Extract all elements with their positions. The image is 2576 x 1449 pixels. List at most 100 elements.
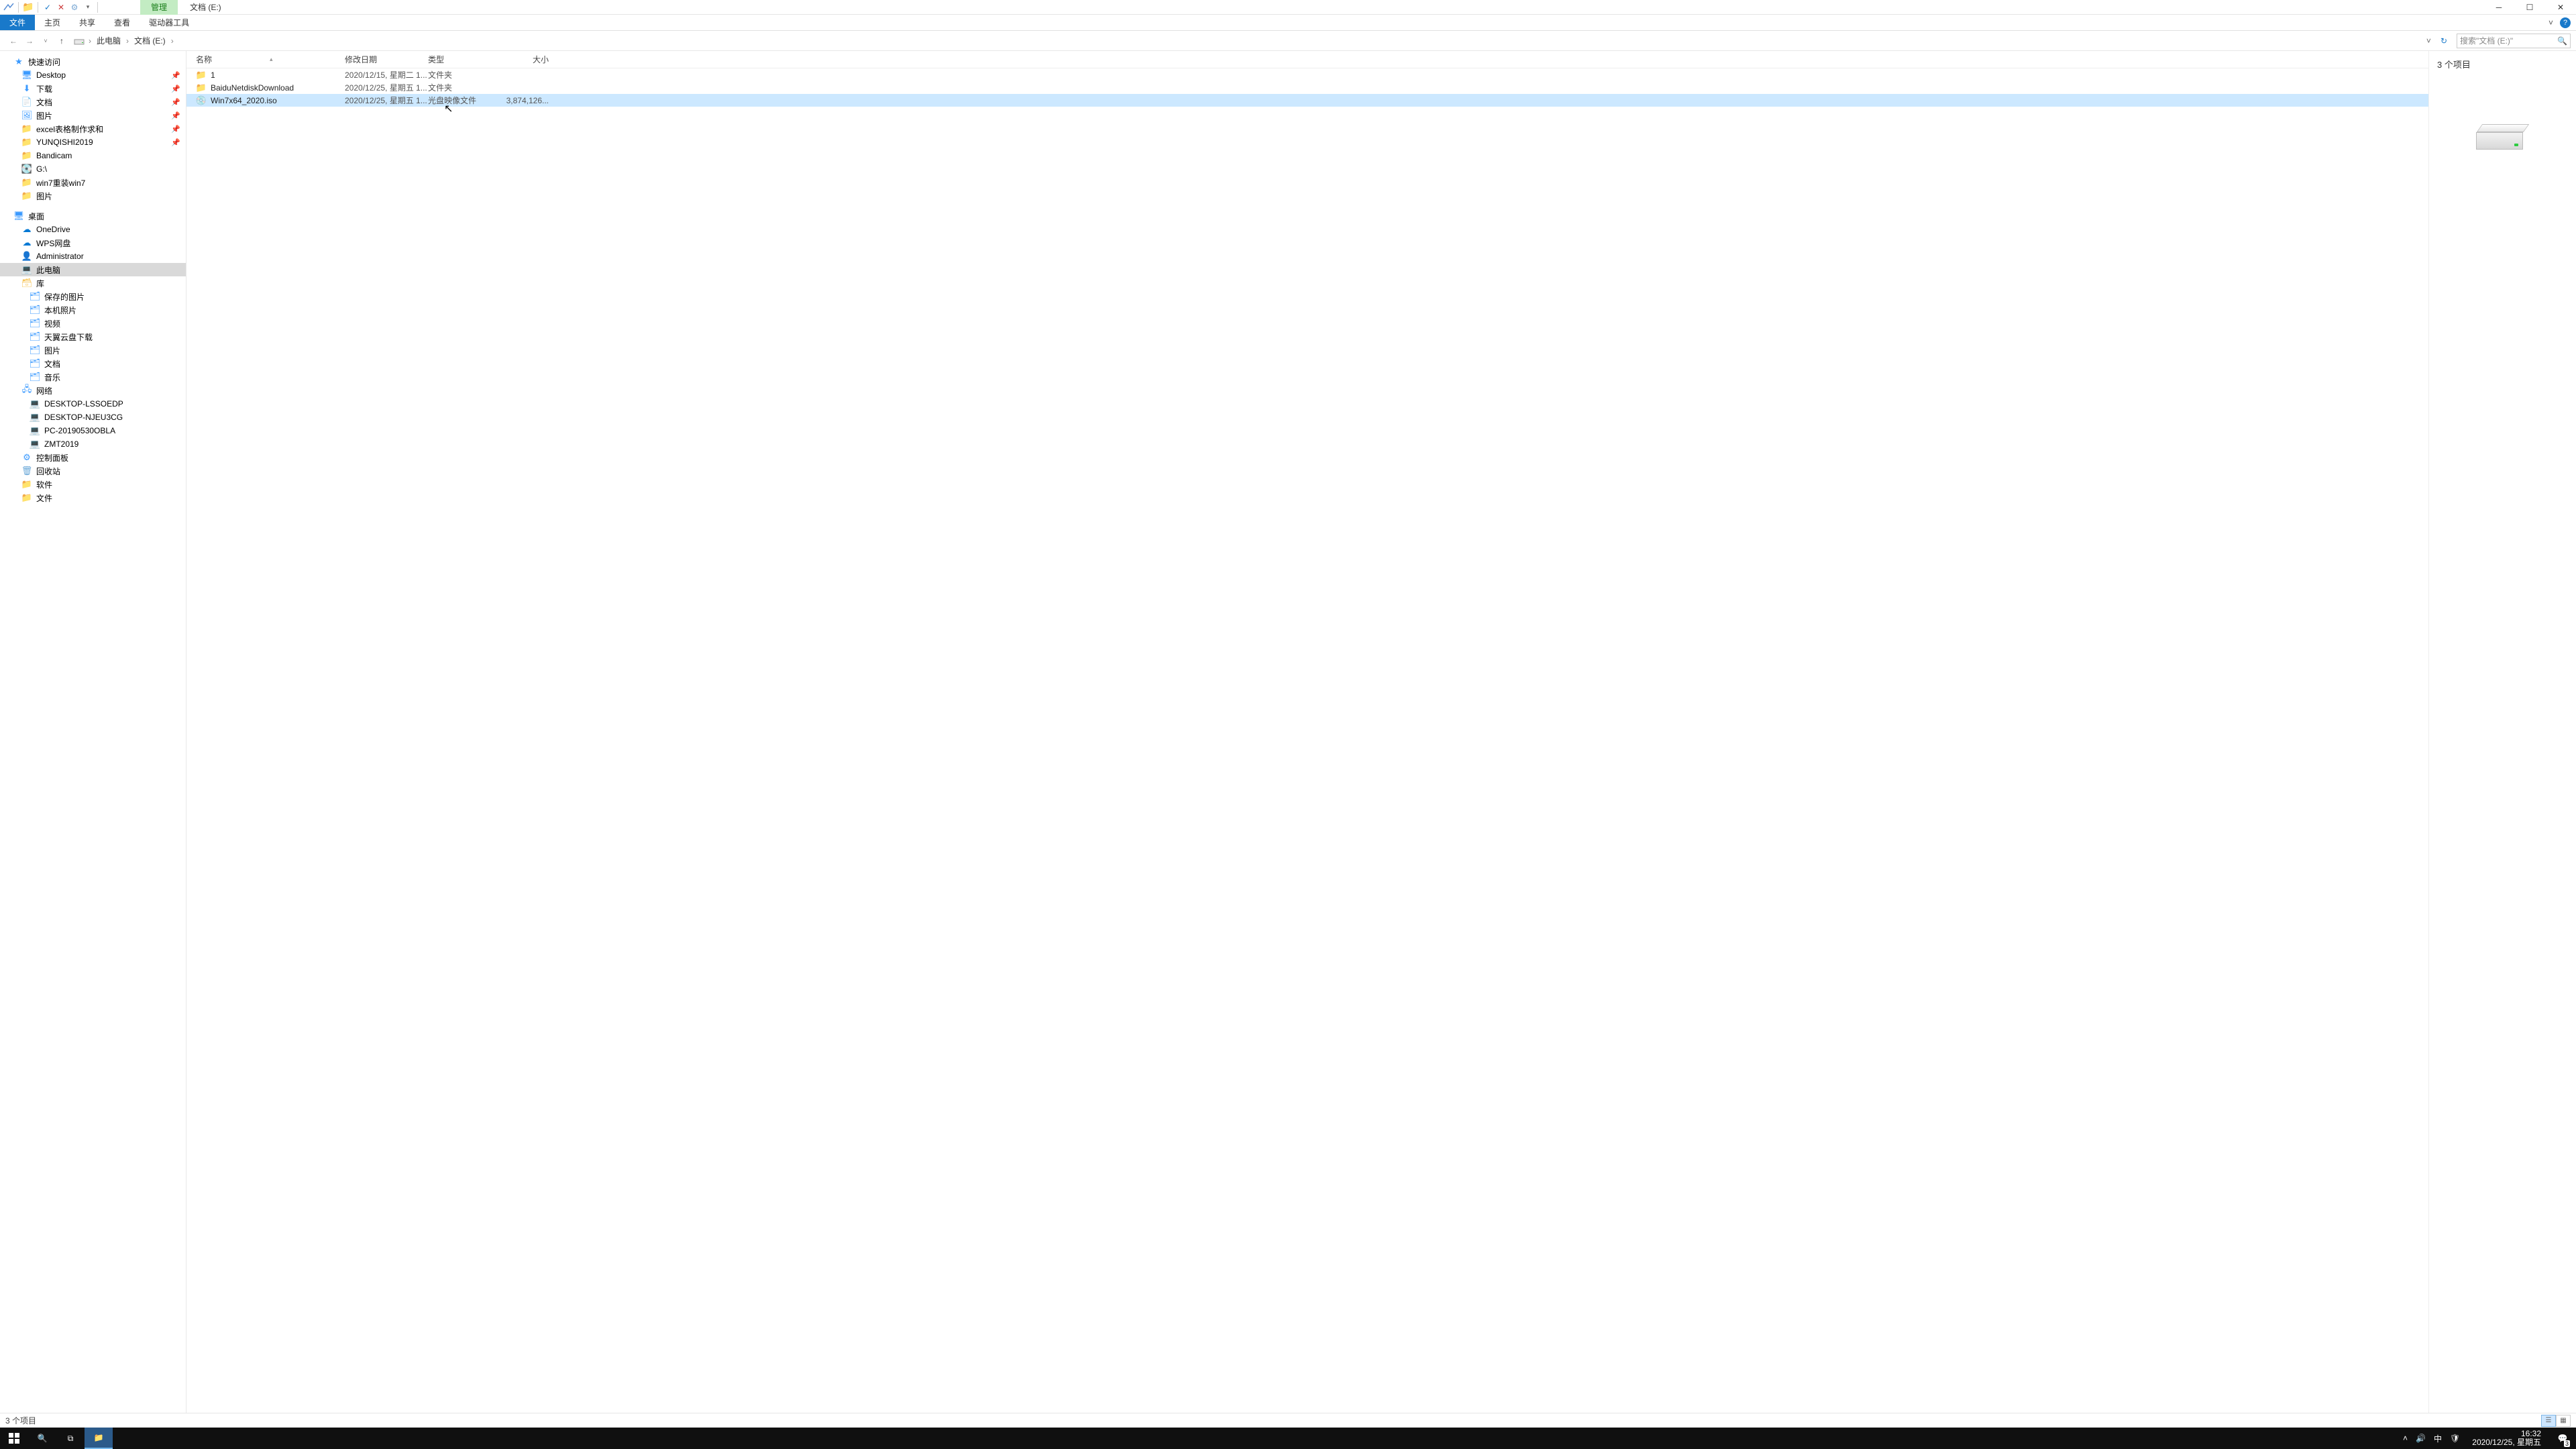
sidebar-item[interactable]: 📁Bandicam	[0, 149, 186, 162]
sidebar-network-item[interactable]: 💻DESKTOP-LSSOEDP	[0, 397, 186, 411]
sidebar-network-item[interactable]: 💻DESKTOP-NJEU3CG	[0, 411, 186, 424]
sidebar-library-item[interactable]: 🗂音乐	[0, 370, 186, 384]
file-date: 2020/12/25, 星期五 1...	[345, 95, 428, 106]
sidebar-item[interactable]: 📁YUNQISHI2019📌	[0, 136, 186, 149]
back-button[interactable]: ←	[5, 33, 21, 49]
sidebar-wps[interactable]: ☁WPS网盘	[0, 236, 186, 250]
sidebar-item[interactable]: 🖥Desktop📌	[0, 68, 186, 82]
file-row[interactable]: 📁 BaiduNetdiskDownload 2020/12/25, 星期五 1…	[186, 81, 2428, 94]
folder-icon: 📁	[21, 123, 32, 134]
pin-icon: 📌	[171, 98, 180, 107]
ime-indicator[interactable]: 中	[2434, 1433, 2442, 1444]
sidebar-item[interactable]: 📁图片	[0, 189, 186, 203]
search-input[interactable]: 搜索"文档 (E:)" 🔍	[2457, 34, 2571, 48]
sidebar-this-pc[interactable]: 💻此电脑	[0, 263, 186, 276]
close-x-icon[interactable]: ✕	[55, 1, 67, 13]
ribbon-context-tab[interactable]: 管理	[140, 0, 178, 15]
sidebar-item[interactable]: ⬇下载📌	[0, 82, 186, 95]
task-view-button[interactable]: ⧉	[56, 1428, 85, 1449]
sidebar-software[interactable]: 📁软件	[0, 478, 186, 491]
sidebar-recycle-bin[interactable]: 🗑回收站	[0, 464, 186, 478]
search-button[interactable]: 🔍	[28, 1428, 56, 1449]
close-button[interactable]: ✕	[2545, 0, 2576, 15]
col-date[interactable]: 修改日期	[345, 54, 428, 65]
sidebar-item[interactable]: 📁win7重装win7	[0, 176, 186, 189]
col-size[interactable]: 大小	[495, 54, 549, 65]
navigation-pane[interactable]: ★快速访问 🖥Desktop📌⬇下载📌📄文档📌🖼图片📌📁excel表格制作求和📌…	[0, 51, 186, 1413]
sidebar-library-item[interactable]: 🗂视频	[0, 317, 186, 330]
dropdown-icon[interactable]: ▾	[82, 1, 94, 13]
sidebar-item-label: 音乐	[44, 372, 60, 383]
start-button[interactable]	[0, 1428, 28, 1449]
sidebar-item[interactable]: 📄文档📌	[0, 95, 186, 109]
sidebar-item[interactable]: 📁excel表格制作求和📌	[0, 122, 186, 136]
crumb-sep-icon[interactable]: ›	[125, 36, 130, 46]
file-list[interactable]: 名称▴ 修改日期 类型 大小 📁 1 2020/12/15, 星期二 1... …	[186, 51, 2428, 1413]
sidebar-item-label: Administrator	[36, 252, 84, 261]
collapse-ribbon-icon[interactable]: ˅	[2548, 18, 2553, 28]
sidebar-item-label: Desktop	[36, 70, 66, 80]
sidebar-library-item[interactable]: 🗂本机照片	[0, 303, 186, 317]
action-center-button[interactable]: 💬3	[2553, 1428, 2572, 1449]
sidebar-item[interactable]: 💽G:\	[0, 162, 186, 176]
folder-icon[interactable]: 📁	[22, 1, 34, 13]
help-icon[interactable]: ?	[2560, 17, 2571, 28]
sidebar-network-item[interactable]: 💻ZMT2019	[0, 437, 186, 451]
clock[interactable]: 16:32 2020/12/25, 星期五	[2468, 1430, 2545, 1447]
address-dropdown-icon[interactable]: ˅	[2422, 36, 2435, 46]
thumbnails-view-button[interactable]: ▦	[2556, 1415, 2571, 1427]
sidebar-administrator[interactable]: 👤Administrator	[0, 250, 186, 263]
col-type[interactable]: 类型	[428, 54, 495, 65]
file-row[interactable]: 💿 Win7x64_2020.iso 2020/12/25, 星期五 1... …	[186, 94, 2428, 107]
sidebar-network-item[interactable]: 💻PC-20190530OBLA	[0, 424, 186, 437]
sidebar-libraries[interactable]: 🗃库	[0, 276, 186, 290]
folder-icon: 📁	[21, 191, 32, 201]
sort-asc-icon: ▴	[270, 56, 273, 63]
forward-button[interactable]: →	[21, 33, 38, 49]
security-icon[interactable]: 🛡	[2450, 1434, 2460, 1443]
address-bar[interactable]: › 此电脑 › 文档 (E:) ›	[70, 35, 2422, 46]
tab-share[interactable]: 共享	[70, 15, 105, 30]
tray-overflow-icon[interactable]: ˄	[2403, 1434, 2408, 1443]
volume-icon[interactable]: 🔊	[2416, 1434, 2426, 1443]
folder-icon: 📁	[21, 177, 32, 188]
tab-home[interactable]: 主页	[35, 15, 70, 30]
sidebar-item-label: 图片	[36, 110, 52, 121]
gear-icon[interactable]: ⚙	[68, 1, 80, 13]
details-view-button[interactable]: ☰	[2541, 1415, 2556, 1427]
sidebar-onedrive[interactable]: ☁OneDrive	[0, 223, 186, 236]
checkbox-icon[interactable]: ✓	[42, 1, 54, 13]
panel-icon: ⚙	[21, 452, 32, 463]
crumb-this-pc[interactable]: 此电脑	[95, 35, 122, 46]
sidebar-desktop[interactable]: 🖥桌面	[0, 209, 186, 223]
sidebar-quick-access[interactable]: ★快速访问	[0, 55, 186, 68]
app-icon[interactable]	[3, 1, 15, 13]
maximize-button[interactable]: ☐	[2514, 0, 2545, 15]
tab-view[interactable]: 查看	[105, 15, 140, 30]
folder-icon: 📁	[196, 70, 207, 80]
sidebar-library-item[interactable]: 🗂天翼云盘下载	[0, 330, 186, 343]
sidebar-network[interactable]: 🖧网络	[0, 384, 186, 397]
crumb-sep-icon[interactable]: ›	[87, 36, 93, 46]
explorer-taskbar-button[interactable]: 📁	[85, 1428, 113, 1449]
file-row[interactable]: 📁 1 2020/12/15, 星期二 1... 文件夹	[186, 68, 2428, 81]
folder-icon: 📁	[21, 479, 32, 490]
recent-dropdown[interactable]: ˅	[38, 33, 54, 49]
sidebar-library-item[interactable]: 🗂文档	[0, 357, 186, 370]
search-icon[interactable]: 🔍	[2557, 36, 2567, 46]
sidebar-item[interactable]: 🖼图片📌	[0, 109, 186, 122]
crumb-drive[interactable]: 文档 (E:)	[133, 35, 167, 46]
crumb-sep-icon[interactable]: ›	[170, 36, 175, 46]
sidebar-item-label: 此电脑	[36, 264, 60, 276]
sidebar-library-item[interactable]: 🗂保存的图片	[0, 290, 186, 303]
refresh-icon[interactable]: ↻	[2435, 36, 2453, 46]
col-name[interactable]: 名称▴	[196, 54, 345, 65]
sidebar-library-item[interactable]: 🗂图片	[0, 343, 186, 357]
tab-drive-tools[interactable]: 驱动器工具	[140, 15, 199, 30]
tab-file[interactable]: 文件	[0, 15, 35, 30]
sidebar-control-panel[interactable]: ⚙控制面板	[0, 451, 186, 464]
minimize-button[interactable]: ─	[2483, 0, 2514, 15]
up-button[interactable]: ↑	[54, 33, 70, 49]
folder-icon: 📁	[21, 137, 32, 148]
sidebar-files[interactable]: 📁文件	[0, 491, 186, 504]
